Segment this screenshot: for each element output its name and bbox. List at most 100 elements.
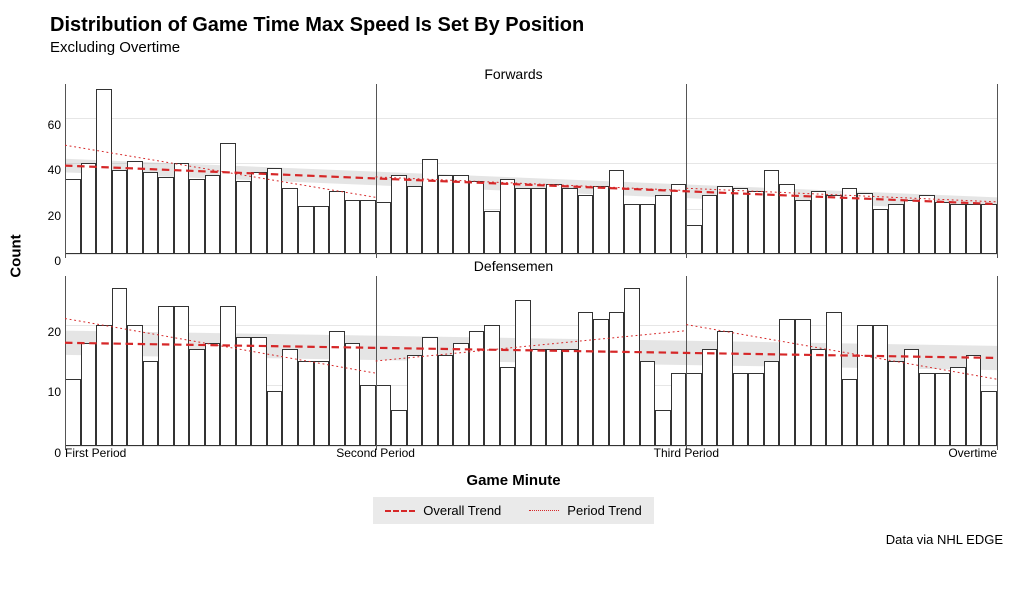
bar: [857, 325, 873, 446]
bar: [811, 191, 827, 254]
bar: [251, 172, 267, 254]
period-divider: [376, 84, 377, 258]
bar: [500, 367, 516, 446]
y-tick: 0: [25, 446, 61, 460]
period-divider: [65, 276, 66, 450]
charts-container: Count Forwards0204060Defensemen01020: [20, 66, 1007, 446]
bar: [453, 343, 469, 446]
bar: [795, 200, 811, 254]
bar: [655, 410, 671, 446]
bar: [407, 355, 423, 446]
bar: [702, 349, 718, 446]
bar: [546, 184, 562, 254]
period-divider: [686, 84, 687, 258]
y-tick: 0: [25, 254, 61, 268]
facet-label: Forwards: [20, 66, 1007, 82]
bar: [391, 410, 407, 446]
bar: [345, 343, 361, 446]
bar: [562, 349, 578, 446]
bar: [842, 379, 858, 446]
bar: [609, 312, 625, 446]
y-tick: 10: [25, 385, 61, 399]
bar: [640, 361, 656, 446]
y-tick: 20: [25, 325, 61, 339]
bar: [842, 188, 858, 254]
bar: [143, 172, 159, 254]
bars: [65, 84, 997, 254]
bar: [174, 163, 190, 254]
legend-label-period: Period Trend: [567, 503, 641, 518]
bar: [671, 184, 687, 254]
bar: [562, 188, 578, 254]
bar: [391, 175, 407, 254]
bar: [733, 188, 749, 254]
bar: [298, 206, 314, 254]
bar: [267, 391, 283, 446]
bar: [329, 331, 345, 446]
bar: [500, 179, 516, 254]
bar: [935, 202, 951, 254]
bar: [314, 206, 330, 254]
bar: [469, 181, 485, 254]
bar: [484, 211, 500, 254]
bar: [624, 204, 640, 254]
bar: [717, 331, 733, 446]
bar: [702, 195, 718, 254]
bar: [904, 349, 920, 446]
bar: [407, 186, 423, 254]
bar: [127, 325, 143, 446]
chart-subtitle: Excluding Overtime: [50, 39, 1007, 56]
bar: [298, 361, 314, 446]
legend-item-overall: Overall Trend: [385, 503, 501, 518]
bar: [112, 170, 128, 254]
bar: [764, 170, 780, 254]
bar: [748, 191, 764, 254]
bar: [251, 337, 267, 446]
bar: [65, 379, 81, 446]
bar: [904, 200, 920, 254]
caption: Data via NHL EDGE: [20, 532, 1003, 547]
y-tick: 20: [25, 209, 61, 223]
y-axis-title: Count: [8, 234, 25, 277]
bar: [158, 306, 174, 446]
bar: [919, 195, 935, 254]
bar: [422, 337, 438, 446]
bar: [515, 300, 531, 446]
bar: [205, 343, 221, 446]
bar: [578, 312, 594, 446]
bar: [966, 355, 982, 446]
bar: [811, 349, 827, 446]
bar: [236, 337, 252, 446]
bar: [236, 181, 252, 254]
bar: [376, 385, 392, 446]
bar: [748, 373, 764, 446]
bar: [220, 306, 236, 446]
bar: [966, 204, 982, 254]
bar: [873, 325, 889, 446]
bar: [671, 373, 687, 446]
bar: [422, 159, 438, 254]
bar: [438, 175, 454, 254]
bar: [360, 200, 376, 254]
bar: [127, 161, 143, 254]
bar: [717, 186, 733, 254]
bar: [484, 325, 500, 446]
bar: [935, 373, 951, 446]
bar: [65, 179, 81, 254]
bar: [686, 373, 702, 446]
bar: [686, 225, 702, 254]
bar: [593, 319, 609, 447]
bar: [624, 288, 640, 446]
bar: [873, 209, 889, 254]
x-tick-label: Second Period: [336, 446, 415, 460]
bar: [981, 204, 997, 254]
bar: [376, 202, 392, 254]
bars: [65, 276, 997, 446]
y-tick: 60: [25, 118, 61, 132]
y-tick: 40: [25, 163, 61, 177]
x-tick-label: Overtime: [948, 446, 997, 460]
bar: [438, 355, 454, 446]
bar: [919, 373, 935, 446]
bar: [764, 361, 780, 446]
bar: [546, 349, 562, 446]
